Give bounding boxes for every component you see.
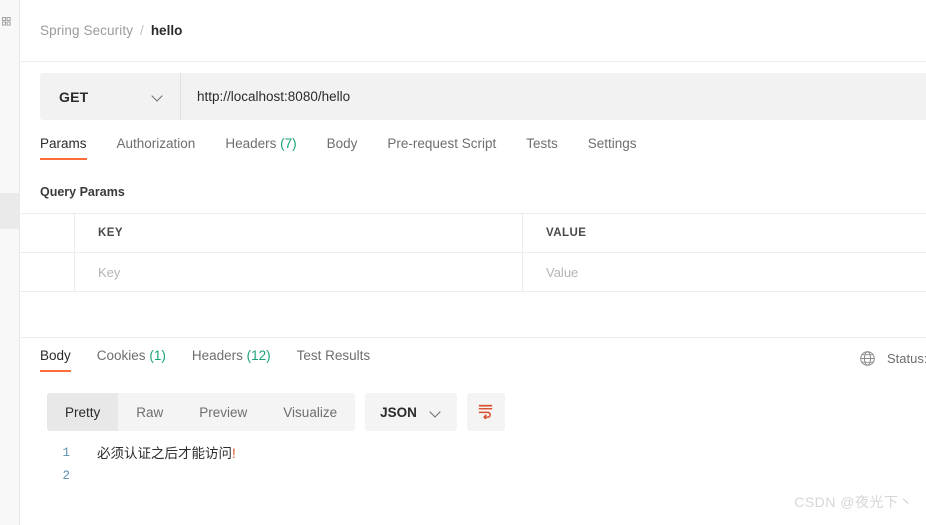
tab-body[interactable]: Body [327, 136, 358, 160]
status-label: Status: [887, 351, 926, 366]
response-body-viewer[interactable]: 1 必须认证之后才能访问! 2 [40, 442, 926, 525]
query-params-table: KEY VALUE Key Value [21, 213, 926, 292]
http-method-label: GET [59, 88, 89, 105]
view-mode-preview-label: Preview [199, 404, 248, 420]
query-params-heading: Query Params [40, 185, 125, 199]
breadcrumb-current-request[interactable]: hello [151, 23, 183, 38]
view-mode-raw-label: Raw [136, 404, 164, 420]
view-mode-preview[interactable]: Preview [181, 393, 265, 431]
tab-headers-label: Headers [225, 136, 277, 151]
apps-grid-icon[interactable] [2, 17, 11, 26]
tab-pre-request-script-label: Pre-request Script [387, 136, 497, 151]
postman-window: Spring Security / hello GET http://local… [0, 0, 926, 525]
column-header-key: KEY [98, 227, 123, 239]
row-checkbox-cell[interactable] [21, 253, 75, 291]
param-value-input[interactable]: Value [523, 253, 926, 291]
globe-icon[interactable] [859, 350, 876, 367]
code-line-suffix: ! [232, 446, 236, 461]
response-tab-headers-count: (12) [246, 348, 271, 363]
response-tabs: Body Cookies (1) Headers (12) Test Resul… [40, 348, 396, 372]
tab-body-label: Body [326, 136, 358, 151]
tab-params[interactable]: Params [40, 136, 87, 160]
chevron-down-icon [431, 407, 442, 418]
line-number: 2 [62, 469, 70, 483]
response-tab-test-results[interactable]: Test Results [297, 348, 371, 372]
response-tab-cookies-count: (1) [149, 348, 166, 363]
code-line: 2 [40, 465, 926, 488]
tab-settings-label: Settings [587, 136, 637, 151]
response-format-label: JSON [380, 404, 417, 420]
wrap-text-button[interactable] [466, 393, 505, 431]
tab-headers[interactable]: Headers (7) [225, 136, 296, 160]
response-tab-cookies[interactable]: Cookies (1) [97, 348, 166, 372]
header-checkbox-cell [21, 214, 75, 252]
column-header-value: VALUE [546, 227, 587, 239]
wrap-text-icon [476, 400, 495, 424]
tab-tests-label: Tests [526, 136, 558, 151]
tab-authorization-label: Authorization [116, 136, 196, 151]
response-tab-headers[interactable]: Headers (12) [192, 348, 271, 372]
breadcrumb-collection[interactable]: Spring Security [40, 23, 133, 38]
header-key-cell: KEY [75, 214, 523, 252]
tab-tests[interactable]: Tests [526, 136, 558, 160]
url-text: http://localhost:8080/hello [197, 89, 351, 104]
request-tabs: Params Authorization Headers (7) Body Pr… [40, 136, 637, 160]
response-tab-cookies-label: Cookies [96, 348, 146, 363]
tab-settings[interactable]: Settings [588, 136, 637, 160]
response-tab-body[interactable]: Body [40, 348, 71, 372]
header-value-cell: VALUE [523, 214, 926, 252]
request-response-divider[interactable] [21, 337, 926, 338]
code-line: 1 必须认证之后才能访问! [40, 442, 926, 465]
sidebar-active-item[interactable] [0, 193, 20, 229]
response-format-selector[interactable]: JSON [365, 393, 457, 431]
main-pane: Spring Security / hello GET http://local… [21, 0, 926, 525]
view-mode-group: Pretty Raw Preview Visualize [47, 393, 356, 431]
param-value-placeholder: Value [546, 264, 579, 280]
line-number: 1 [62, 446, 70, 460]
view-mode-visualize[interactable]: Visualize [265, 393, 355, 431]
response-status-cluster: Status: [859, 350, 926, 367]
breadcrumb-separator: / [140, 23, 144, 38]
view-mode-pretty-label: Pretty [65, 404, 101, 420]
table-header-row: KEY VALUE [21, 214, 926, 253]
tab-pre-request-script[interactable]: Pre-request Script [387, 136, 496, 160]
url-input[interactable]: http://localhost:8080/hello [181, 73, 926, 120]
view-mode-raw[interactable]: Raw [118, 393, 181, 431]
breadcrumb: Spring Security / hello [21, 0, 926, 62]
tab-authorization[interactable]: Authorization [117, 136, 196, 160]
chevron-down-icon [153, 91, 164, 102]
param-key-placeholder: Key [98, 264, 121, 280]
tab-headers-count: (7) [280, 136, 297, 151]
response-tab-test-results-label: Test Results [296, 348, 371, 363]
table-row: Key Value [21, 253, 926, 292]
view-mode-pretty[interactable]: Pretty [47, 393, 119, 431]
response-viewer-toolbar: Pretty Raw Preview Visualize JSON [47, 393, 505, 431]
request-url-bar: GET http://localhost:8080/hello [40, 73, 926, 120]
response-tab-body-label: Body [40, 348, 71, 363]
http-method-selector[interactable]: GET [40, 73, 181, 120]
tab-params-label: Params [40, 136, 87, 151]
left-sidebar-rail [0, 0, 20, 525]
response-tab-headers-label: Headers [191, 348, 243, 363]
param-key-input[interactable]: Key [75, 253, 523, 291]
code-line-text: 必须认证之后才能访问 [97, 446, 232, 461]
code-line-content: 必须认证之后才能访问! [80, 442, 236, 465]
view-mode-visualize-label: Visualize [283, 404, 338, 420]
watermark: CSDN @夜光下丶 [794, 494, 913, 510]
